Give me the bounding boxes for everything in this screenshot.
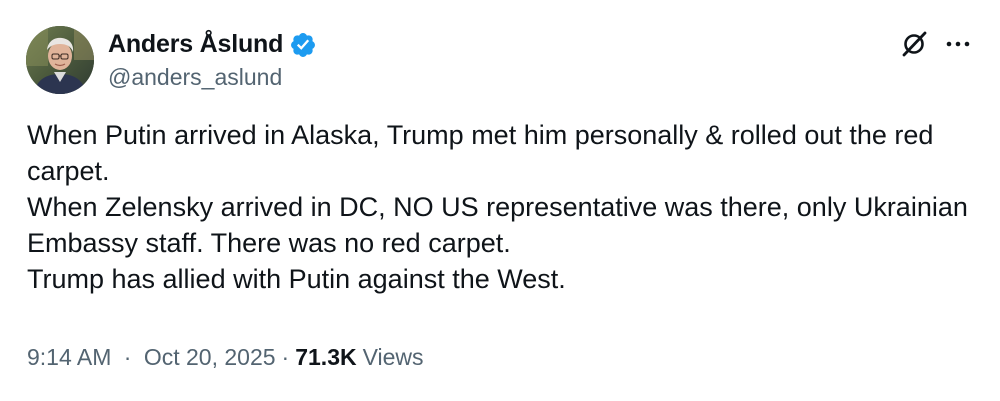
- views-link[interactable]: 71.3K Views: [295, 344, 423, 371]
- views-label: Views: [362, 344, 424, 370]
- separator: ·: [123, 344, 132, 370]
- tweet-text: When Putin arrived in Alaska, Trump met …: [27, 117, 977, 297]
- display-name[interactable]: Anders Åslund: [108, 30, 283, 59]
- profile-photo-icon: [26, 26, 94, 94]
- tweet-line: When Putin arrived in Alaska, Trump met …: [27, 120, 934, 186]
- tweet-date: Oct 20, 2025: [143, 344, 276, 370]
- more-horizontal-icon: [946, 41, 970, 47]
- tweet-timestamp[interactable]: 9:14 AM · Oct 20, 2025: [27, 344, 276, 371]
- tweet-card: Anders Åslund @anders_aslund When Putin …: [0, 0, 1000, 401]
- views-count: 71.3K: [295, 344, 357, 370]
- verified-badge-icon[interactable]: [289, 31, 317, 59]
- grok-button[interactable]: [896, 26, 932, 62]
- author-name-row: Anders Åslund: [108, 30, 317, 59]
- user-handle[interactable]: @anders_aslund: [108, 64, 282, 91]
- tweet-meta: 9:14 AM · Oct 20, 2025 · 71.3K Views: [27, 344, 424, 371]
- grok-icon: [902, 31, 927, 57]
- tweet-line: Trump has allied with Putin against the …: [27, 264, 566, 294]
- separator: ·: [281, 344, 290, 370]
- tweet-line: When Zelensky arrived in DC, NO US repre…: [27, 192, 968, 258]
- more-options-button[interactable]: [940, 26, 976, 62]
- avatar[interactable]: [26, 26, 94, 94]
- tweet-time: 9:14 AM: [27, 344, 112, 370]
